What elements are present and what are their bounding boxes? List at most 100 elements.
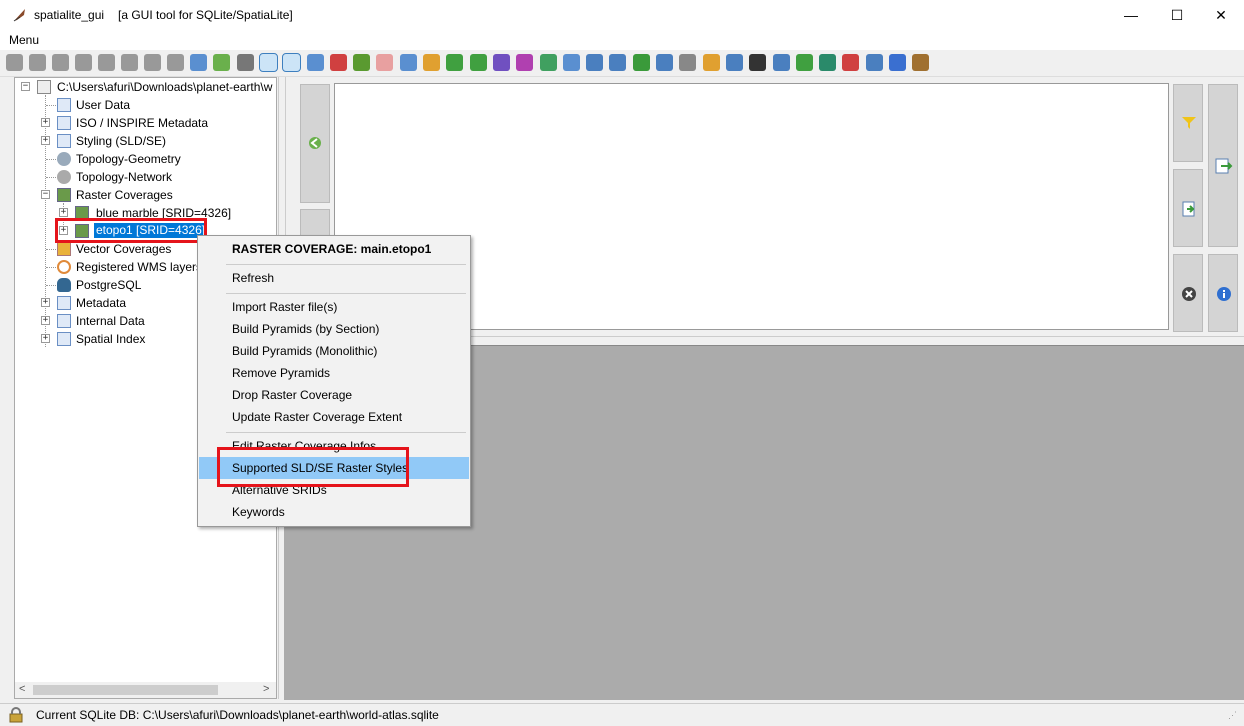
toolbar-button-icon[interactable] [399, 54, 417, 71]
annotation-box-supported-styles [217, 447, 409, 487]
menu-item-build-pyramids-monolithic[interactable]: Build Pyramids (Monolithic) [199, 340, 469, 362]
toolbar-button-icon[interactable] [795, 54, 813, 71]
toolbar-button-icon[interactable] [632, 54, 650, 71]
toolbar-button-icon[interactable] [725, 54, 743, 71]
menu-item-build-pyramids-section[interactable]: Build Pyramids (by Section) [199, 318, 469, 340]
scroll-left-icon[interactable]: < [19, 683, 25, 695]
menu-item-drop-raster-coverage[interactable]: Drop Raster Coverage [199, 384, 469, 406]
resize-grip-icon[interactable]: ⋰ [1228, 710, 1237, 721]
clear-icon [1182, 287, 1196, 301]
database-icon [37, 80, 51, 94]
toolbar-button-icon[interactable] [702, 54, 720, 71]
toolbar-button-icon[interactable] [52, 54, 69, 71]
toolbar-button-icon[interactable] [539, 54, 557, 71]
scrollbar-thumb[interactable] [33, 685, 218, 695]
tree-item-label: ISO / INSPIRE Metadata [76, 116, 209, 130]
tree-item-label: Raster Coverages [76, 188, 173, 202]
expand-toggle[interactable]: + [41, 334, 50, 343]
toolbar-button-icon[interactable] [306, 54, 324, 71]
toolbar-button-icon[interactable] [258, 53, 278, 72]
raster-icon [57, 188, 71, 202]
toolbar-button-icon[interactable] [121, 54, 138, 71]
menu-item-menu[interactable]: Menu [9, 33, 39, 47]
toolbar-button-icon[interactable] [376, 54, 394, 71]
maximize-button[interactable]: ☐ [1154, 0, 1200, 30]
menu-item-remove-pyramids[interactable]: Remove Pyramids [199, 362, 469, 384]
toolbar-button-icon[interactable] [865, 54, 883, 71]
toolbar [0, 50, 1244, 77]
menu-item-keywords[interactable]: Keywords [199, 501, 469, 523]
menu-separator [226, 432, 466, 433]
tree-item-label: Spatial Index [76, 332, 146, 346]
toolbar-button-icon[interactable] [516, 54, 534, 71]
menu-item-update-extent[interactable]: Update Raster Coverage Extent [199, 406, 469, 428]
toolbar-button-icon[interactable] [213, 54, 231, 71]
tree-item-label: User Data [76, 98, 131, 112]
arrow-left-icon [309, 137, 321, 149]
toolbar-button-icon[interactable] [656, 54, 673, 71]
info-icon [1217, 287, 1231, 301]
load-sql-button[interactable] [1173, 169, 1203, 247]
menu-item-import-raster[interactable]: Import Raster file(s) [199, 296, 469, 318]
expand-toggle[interactable]: + [59, 208, 68, 217]
toolbar-button-icon[interactable] [353, 54, 371, 71]
toolbar-button-icon[interactable] [6, 54, 23, 71]
scroll-right-icon[interactable]: > [263, 683, 269, 695]
minimize-button[interactable]: — [1108, 0, 1154, 30]
expand-toggle[interactable]: + [41, 136, 50, 145]
toolbar-button-icon[interactable] [562, 54, 580, 71]
toolbar-button-icon[interactable] [586, 54, 604, 71]
toolbar-button-icon[interactable] [190, 54, 207, 71]
tree-item-label: Styling (SLD/SE) [76, 134, 167, 148]
toolbar-button-icon[interactable] [679, 54, 697, 71]
toolbar-button-icon[interactable] [889, 54, 906, 71]
lock-icon [9, 707, 23, 723]
clear-button[interactable] [1173, 254, 1203, 332]
collapse-toggle[interactable]: − [21, 82, 30, 91]
info-button[interactable] [1208, 254, 1238, 332]
menu-separator [226, 264, 466, 265]
toolbar-button-icon[interactable] [329, 54, 347, 71]
toolbar-button-icon[interactable] [842, 54, 860, 71]
table-icon [57, 314, 71, 328]
filter-icon [1182, 117, 1196, 129]
toolbar-button-icon[interactable] [75, 54, 92, 71]
toolbar-button-icon[interactable] [98, 54, 115, 71]
tree-horizontal-scrollbar[interactable]: < > [15, 682, 276, 698]
toolbar-button-icon[interactable] [469, 54, 487, 71]
feather-icon [13, 9, 25, 22]
table-icon [57, 116, 71, 130]
filter-button[interactable] [1173, 84, 1203, 162]
toolbar-button-icon[interactable] [282, 53, 302, 72]
toolbar-button-icon[interactable] [167, 54, 184, 71]
title-bar: spatialite_gui [a GUI tool for SQLite/Sp… [0, 0, 1244, 30]
tree-item-label: Internal Data [76, 314, 145, 328]
toolbar-button-icon[interactable] [144, 54, 161, 71]
expand-toggle[interactable]: + [41, 118, 50, 127]
toolbar-button-icon[interactable] [912, 54, 930, 71]
tree-connector [45, 95, 46, 347]
table-icon [57, 134, 71, 148]
toolbar-button-icon[interactable] [819, 54, 837, 71]
menu-item-refresh[interactable]: Refresh [199, 267, 469, 289]
collapse-toggle[interactable]: − [41, 190, 50, 199]
status-text: Current SQLite DB: C:\Users\afuri\Downlo… [36, 708, 439, 722]
expand-toggle[interactable]: + [41, 298, 50, 307]
history-back-button[interactable] [300, 84, 330, 203]
toolbar-button-icon[interactable] [236, 54, 254, 71]
execute-sql-button[interactable] [1208, 84, 1238, 247]
toolbar-button-icon[interactable] [492, 54, 510, 71]
tree-item-label: Topology-Geometry [76, 152, 181, 166]
toolbar-button-icon[interactable] [772, 54, 790, 71]
toolbar-button-icon[interactable] [29, 54, 46, 71]
toolbar-button-icon[interactable] [609, 54, 627, 71]
app-title: spatialite_gui [34, 8, 105, 22]
toolbar-button-icon[interactable] [749, 54, 767, 71]
toolbar-button-icon[interactable] [423, 54, 440, 71]
app-subtitle: [a GUI tool for SQLite/SpatiaLite] [118, 8, 293, 22]
close-button[interactable]: ✕ [1198, 0, 1244, 30]
toolbar-button-icon[interactable] [446, 54, 464, 71]
tree-item-label: Metadata [76, 296, 127, 310]
expand-toggle[interactable]: + [41, 316, 50, 325]
tree-item-label: Vector Coverages [76, 242, 172, 256]
